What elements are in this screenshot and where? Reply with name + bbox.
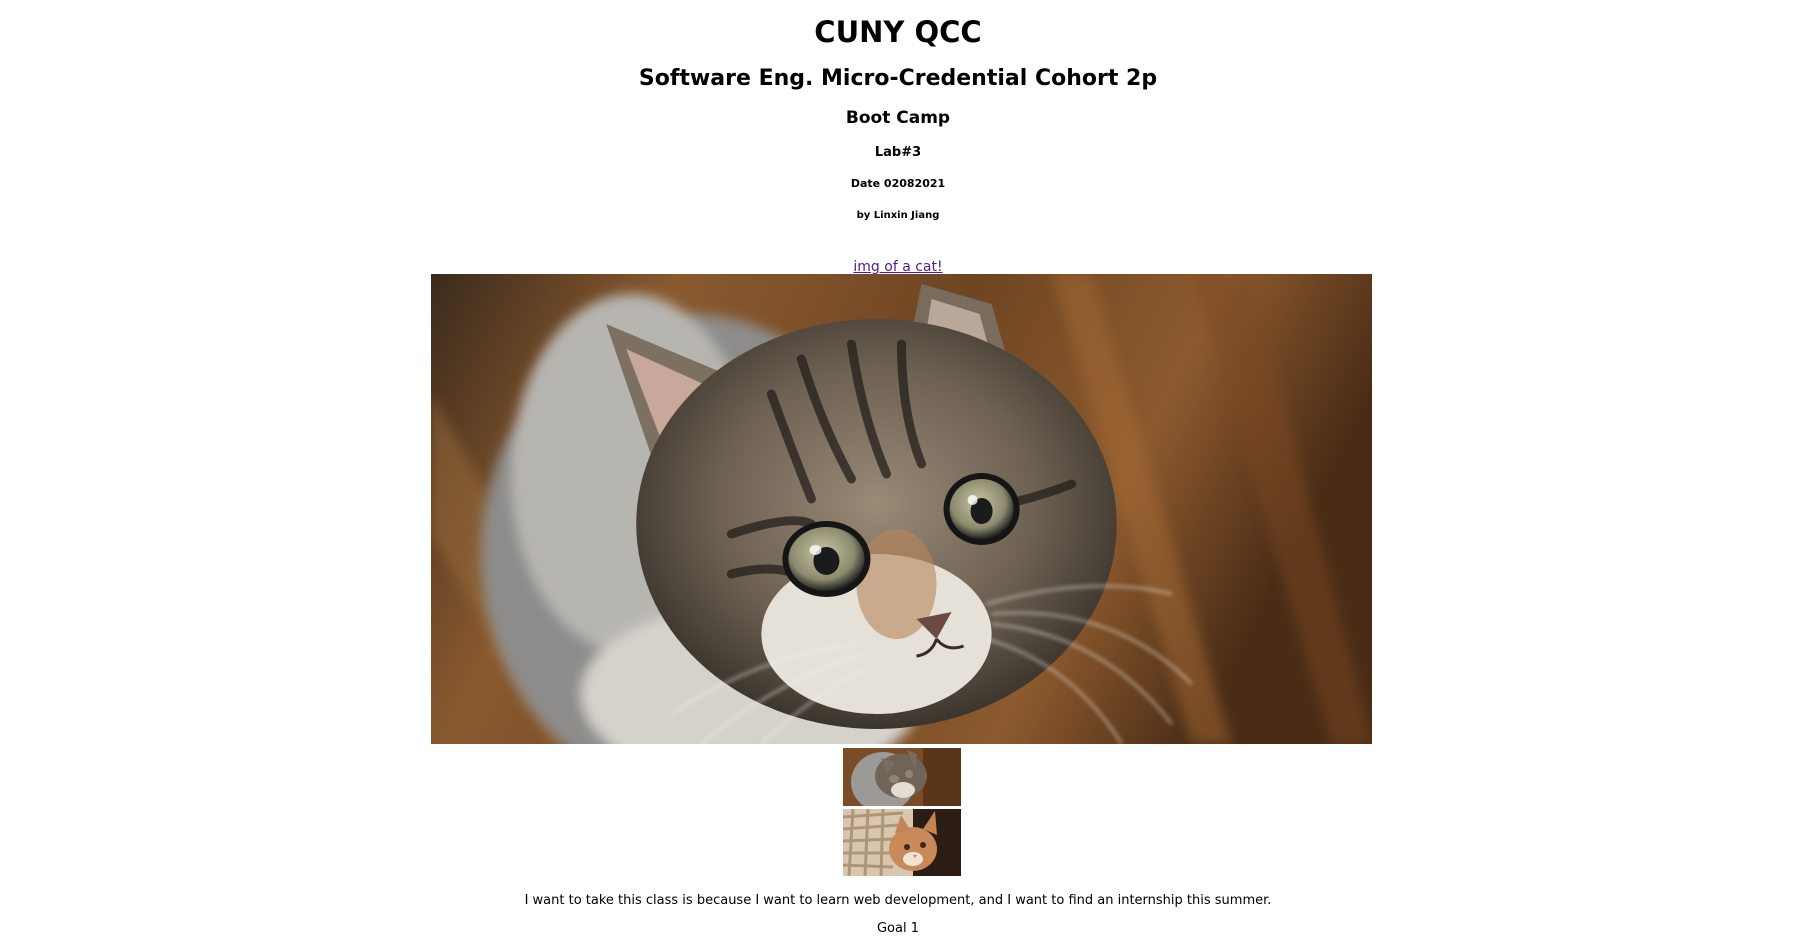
author-heading: by Linxin Jiang <box>856 210 940 221</box>
page: CUNY QCC Software Eng. Micro-Credential … <box>0 0 1796 942</box>
cat-image-link[interactable]: img of a cat! <box>853 259 942 275</box>
ginger-kitten-thumbnail[interactable] <box>843 809 961 876</box>
tabby-kitten-thumbnail[interactable] <box>843 748 961 806</box>
reason-text: I want to take this class is because I w… <box>524 893 1272 908</box>
lab-title: Lab#3 <box>874 145 922 160</box>
goal-label: Goal 1 <box>876 921 919 936</box>
program-title: Software Eng. Micro-Credential Cohort 2p <box>638 66 1158 91</box>
school-title: CUNY QCC <box>814 15 982 49</box>
date-heading: Date 02082021 <box>850 177 946 190</box>
main-cat-photo <box>431 274 1372 744</box>
track-title: Boot Camp <box>845 108 951 128</box>
